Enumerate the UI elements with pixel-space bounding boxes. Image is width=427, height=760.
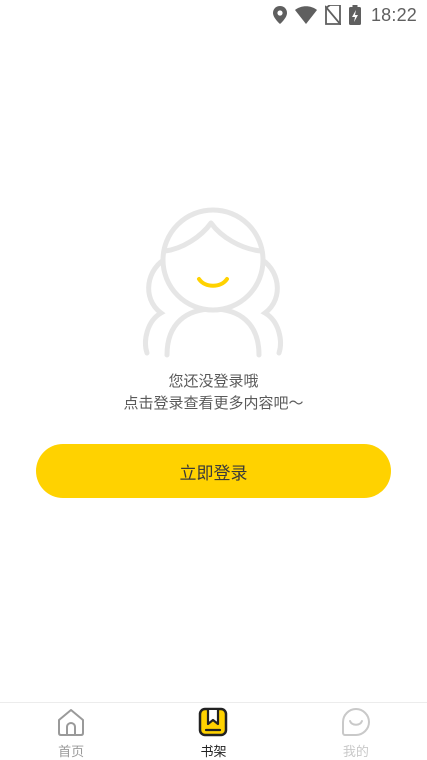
tab-bookshelf[interactable]: 书架 bbox=[142, 703, 284, 760]
no-sim-icon bbox=[324, 5, 341, 25]
tab-home-label: 首页 bbox=[58, 745, 85, 760]
battery-charging-icon bbox=[348, 5, 361, 25]
bottom-tab-bar: 首页 书架 我的 bbox=[0, 702, 427, 760]
smiling-face-icon bbox=[137, 203, 289, 358]
login-button[interactable]: 立即登录 bbox=[36, 444, 391, 498]
tab-profile[interactable]: 我的 bbox=[285, 703, 427, 760]
tab-home[interactable]: 首页 bbox=[0, 703, 142, 760]
tab-profile-label: 我的 bbox=[342, 745, 369, 760]
wifi-icon bbox=[294, 5, 317, 25]
home-icon bbox=[56, 707, 86, 737]
status-bar: 18:22 bbox=[0, 0, 427, 30]
profile-smile-icon bbox=[341, 707, 371, 737]
bookshelf-icon bbox=[198, 707, 228, 737]
empty-state-message: 您还没登录哦 bbox=[168, 372, 259, 390]
status-time: 18:22 bbox=[370, 4, 417, 25]
empty-state-hint: 点击登录查看更多内容吧～ bbox=[123, 394, 304, 412]
location-icon bbox=[272, 5, 287, 25]
tab-bookshelf-label: 书架 bbox=[200, 745, 227, 760]
